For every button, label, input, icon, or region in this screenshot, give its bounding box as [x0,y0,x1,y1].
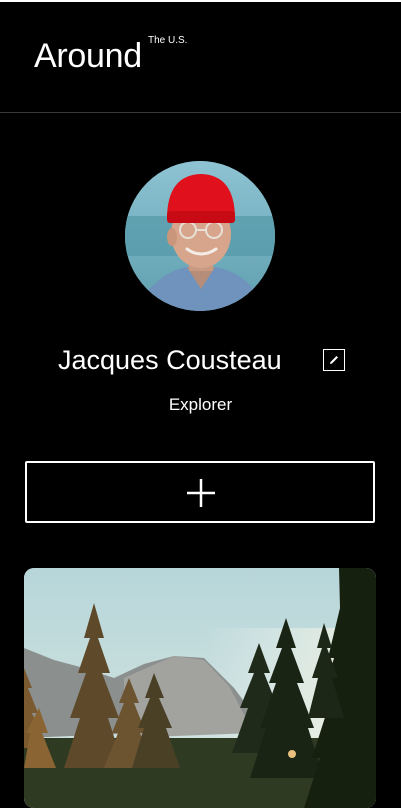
avatar-image [125,161,275,311]
place-card[interactable] [24,568,376,808]
profile-name-row: Jacques Cousteau [0,340,401,380]
header: Around The U.S. [0,2,401,112]
plus-icon [187,479,215,507]
card-image[interactable] [24,568,376,808]
profile-name: Jacques Cousteau [58,345,282,375]
profile-avatar[interactable] [125,161,275,311]
header-divider [0,112,401,113]
profile-role: Explorer [168,395,233,414]
add-place-button[interactable] [25,461,375,523]
logo-text: Around [34,37,142,75]
pencil-icon [330,356,338,364]
logo-superscript: The U.S. [148,35,188,46]
edit-profile-button[interactable] [323,349,345,371]
